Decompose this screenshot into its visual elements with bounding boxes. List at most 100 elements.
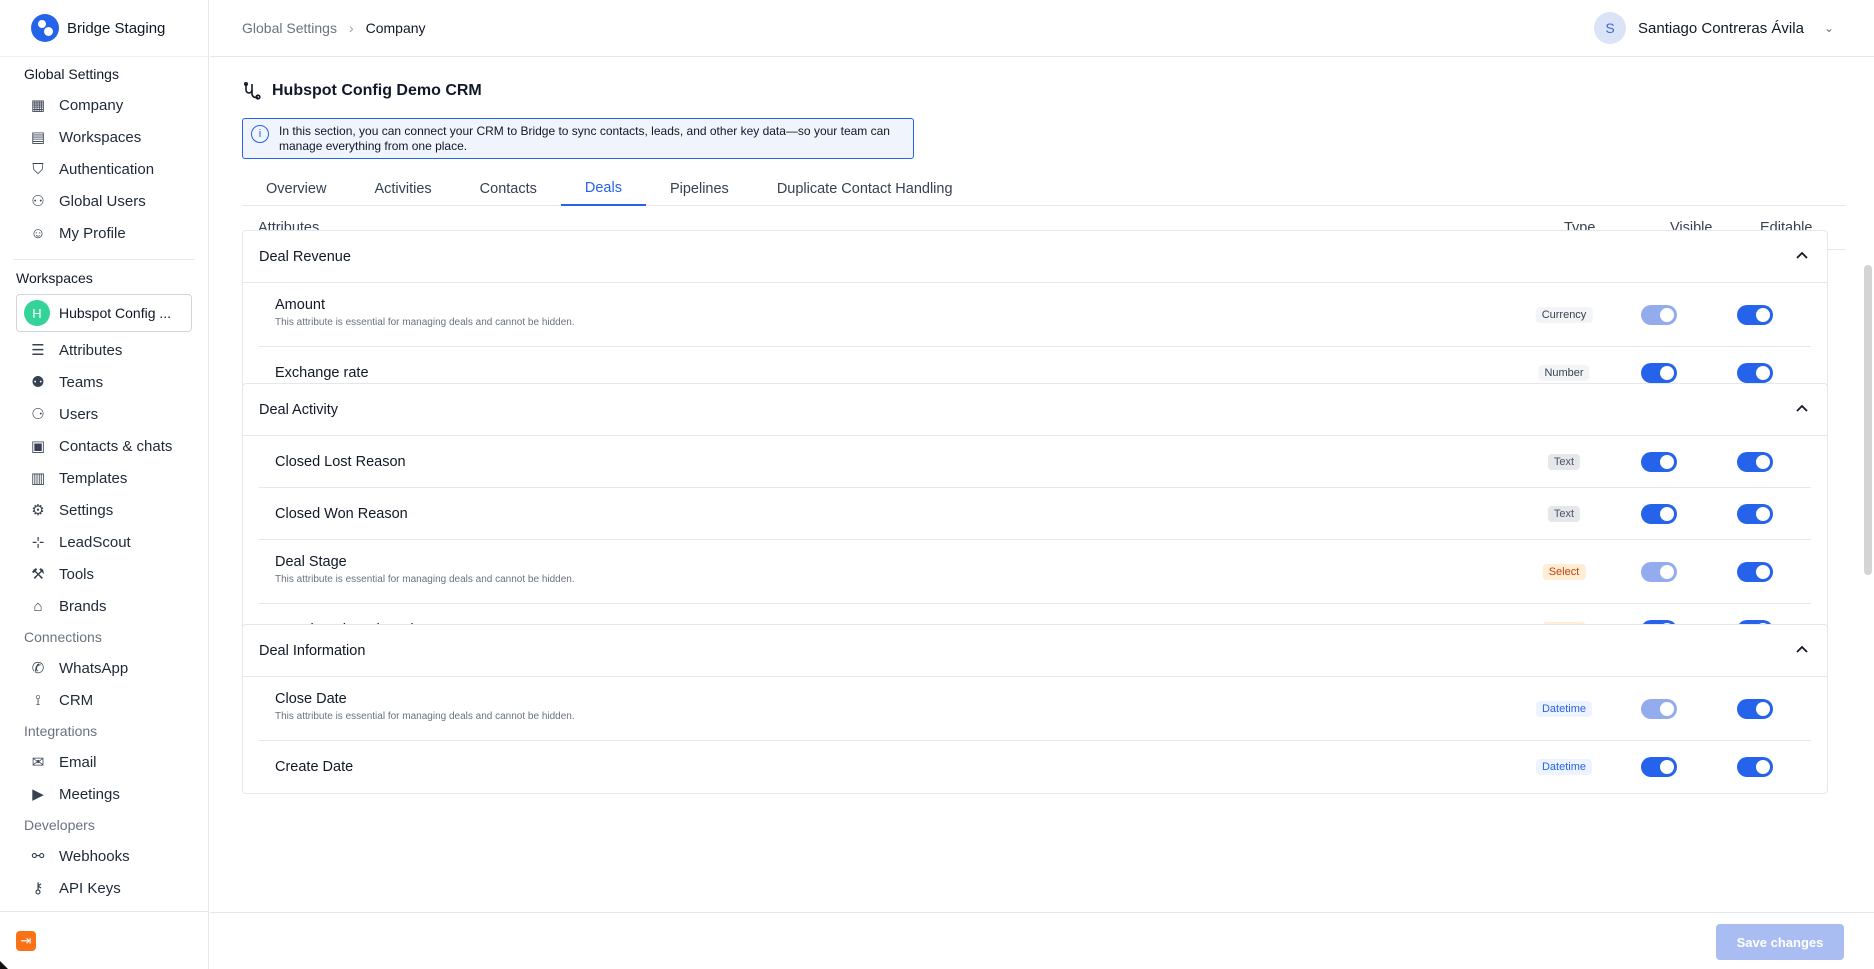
developers-title: Developers	[24, 817, 95, 833]
attribute-name: Create Date	[275, 759, 354, 775]
sidebar-item-contacts-chats[interactable]: ▣ Contacts & chats	[0, 430, 208, 462]
tab-pipelines[interactable]: Pipelines	[646, 172, 753, 206]
sidebar-item-meetings[interactable]: ▶ Meetings	[0, 778, 208, 810]
sidebar-item-webhooks[interactable]: ⚯ Webhooks	[0, 840, 208, 872]
page-title-text: Hubspot Config Demo CRM	[272, 82, 482, 99]
mail-icon: ✉	[31, 754, 45, 771]
sidebar-item-label: WhatsApp	[59, 659, 129, 677]
table-row: Closed Won Reason Text	[259, 488, 1811, 540]
attribute-group: Deal Activity Closed Lost Reason Text Close…	[242, 383, 1828, 657]
sidebar-item-leadscout[interactable]: ⊹ LeadScout	[0, 526, 208, 558]
team-icon: ⚉	[31, 374, 45, 391]
save-changes-button[interactable]: Save changes	[1716, 924, 1844, 960]
editable-toggle[interactable]	[1737, 757, 1773, 777]
sidebar-item-teams[interactable]: ⚉ Teams	[0, 366, 208, 398]
chevron-up-icon[interactable]	[1795, 402, 1809, 416]
visible-toggle[interactable]	[1641, 363, 1677, 383]
gear-icon: ⚙	[31, 502, 45, 519]
sidebar-item-brands[interactable]: ⌂ Brands	[0, 590, 208, 622]
sidebar-item-label: API Keys	[59, 879, 121, 897]
scrollbar[interactable]	[1864, 265, 1872, 575]
attribute-name: Closed Lost Reason	[275, 453, 406, 470]
avatar: S	[1594, 12, 1626, 44]
sidebar-item-label: Email	[59, 753, 97, 771]
editable-toggle[interactable]	[1737, 561, 1773, 582]
sidebar-item-templates[interactable]: ▥ Templates	[0, 462, 208, 494]
users-icon: ⚇	[31, 193, 45, 210]
info-banner: i In this section, you can connect your …	[242, 118, 914, 159]
attribute-essential-note: This attribute is essential for managing…	[275, 317, 575, 328]
sidebar-item-api-keys[interactable]: ⚷ API Keys	[0, 872, 208, 904]
sidebar-item-my-profile[interactable]: ☺ My Profile	[0, 217, 208, 249]
editable-toggle[interactable]	[1737, 304, 1773, 325]
sidebar-item-label: Tools	[59, 565, 95, 583]
breadcrumb-parent[interactable]: Global Settings	[242, 20, 337, 36]
sidebar-item-label: Company	[59, 96, 124, 114]
chevron-up-icon[interactable]	[1795, 643, 1809, 657]
connections-title: Connections	[24, 629, 102, 645]
group-title: Deal Activity	[259, 401, 338, 418]
editable-toggle[interactable]	[1737, 503, 1773, 524]
brand[interactable]: Bridge Staging	[0, 0, 208, 57]
brand-name: Bridge Staging	[67, 19, 166, 37]
tab-activities[interactable]: Activities	[350, 172, 455, 206]
sidebar-item-label: Users	[59, 405, 99, 423]
user-menu[interactable]: S Santiago Contreras Ávila ⌄	[1594, 12, 1834, 44]
group-header[interactable]: Deal Information	[243, 625, 1827, 677]
sidebar-item-label: Attributes	[59, 341, 123, 359]
sidebar-item-label: CRM	[59, 691, 94, 709]
sidebar-item-label: Webhooks	[59, 847, 130, 865]
sidebar-item-authentication[interactable]: ⛉ Authentication	[0, 153, 208, 185]
table-row: Close Date This attribute is essential fo…	[259, 677, 1811, 741]
visible-toggle	[1641, 304, 1677, 325]
type-badge: Currency	[1535, 306, 1593, 323]
visible-toggle[interactable]	[1641, 757, 1677, 777]
workspaces-title: Workspaces	[16, 270, 93, 286]
workspaces-icon: ▤	[30, 129, 46, 146]
sidebar-item-crm[interactable]: ⟟ CRM	[0, 684, 208, 716]
info-icon: i	[251, 125, 269, 143]
sidebar: Bridge Staging Global Settings ▦ Company ▤…	[0, 0, 209, 969]
sidebar-item-workspaces[interactable]: ▤ Workspaces	[0, 121, 208, 153]
tab-duplicate-contact-handling[interactable]: Duplicate Contact Handling	[753, 172, 977, 206]
sidebar-item-attributes[interactable]: ☰ Attributes	[0, 334, 208, 366]
user-gear-icon: ⚆	[31, 406, 45, 423]
table-row: Create Date Datetime	[259, 741, 1811, 793]
editable-toggle[interactable]	[1737, 451, 1773, 472]
crm-icon	[243, 81, 261, 100]
sidebar-item-label: Templates	[59, 469, 128, 487]
group-header[interactable]: Deal Revenue	[243, 231, 1827, 283]
integrations-title: Integrations	[24, 723, 98, 739]
tab-deals[interactable]: Deals	[560, 172, 646, 206]
sidebar-item-settings[interactable]: ⚙ Settings	[0, 494, 208, 526]
editable-toggle[interactable]	[1737, 363, 1773, 383]
editable-toggle[interactable]	[1737, 698, 1773, 719]
attribute-essential-note: This attribute is essential for managing…	[275, 711, 575, 722]
logout-icon[interactable]: ⇥	[16, 931, 36, 951]
sidebar-item-global-users[interactable]: ⚇ Global Users	[0, 185, 208, 217]
chevron-up-icon[interactable]	[1795, 249, 1809, 263]
workspace-selector[interactable]: H Hubspot Config ...	[16, 294, 192, 332]
visible-toggle[interactable]	[1641, 503, 1677, 524]
attribute-name: Closed Won Reason	[275, 505, 408, 522]
tab-contacts[interactable]: Contacts	[456, 172, 561, 206]
sidebar-divider	[14, 259, 194, 260]
workspace-avatar: H	[24, 300, 50, 326]
visible-toggle[interactable]	[1641, 451, 1677, 472]
sidebar-item-users[interactable]: ⚆ Users	[0, 398, 208, 430]
sidebar-item-email[interactable]: ✉ Email	[0, 746, 208, 778]
info-text: In this section, you can connect your CR…	[279, 124, 890, 153]
sidebar-item-company[interactable]: ▦ Company	[0, 89, 208, 121]
main-content: Hubspot Config Demo CRM i In this sectio…	[210, 57, 1864, 912]
wrench-icon: ⚒	[31, 566, 45, 583]
tab-overview[interactable]: Overview	[242, 172, 350, 206]
video-icon: ▶	[32, 786, 44, 803]
crm-icon: ⟟	[35, 691, 41, 709]
sidebar-item-tools[interactable]: ⚒ Tools	[0, 558, 208, 590]
group-header[interactable]: Deal Activity	[243, 384, 1827, 436]
sidebar-item-whatsapp[interactable]: ✆ WhatsApp	[0, 652, 208, 684]
webhook-icon: ⚯	[31, 848, 45, 865]
type-badge: Number	[1538, 365, 1590, 381]
contact-book-icon: ▣	[30, 438, 46, 455]
visible-toggle	[1641, 561, 1677, 582]
